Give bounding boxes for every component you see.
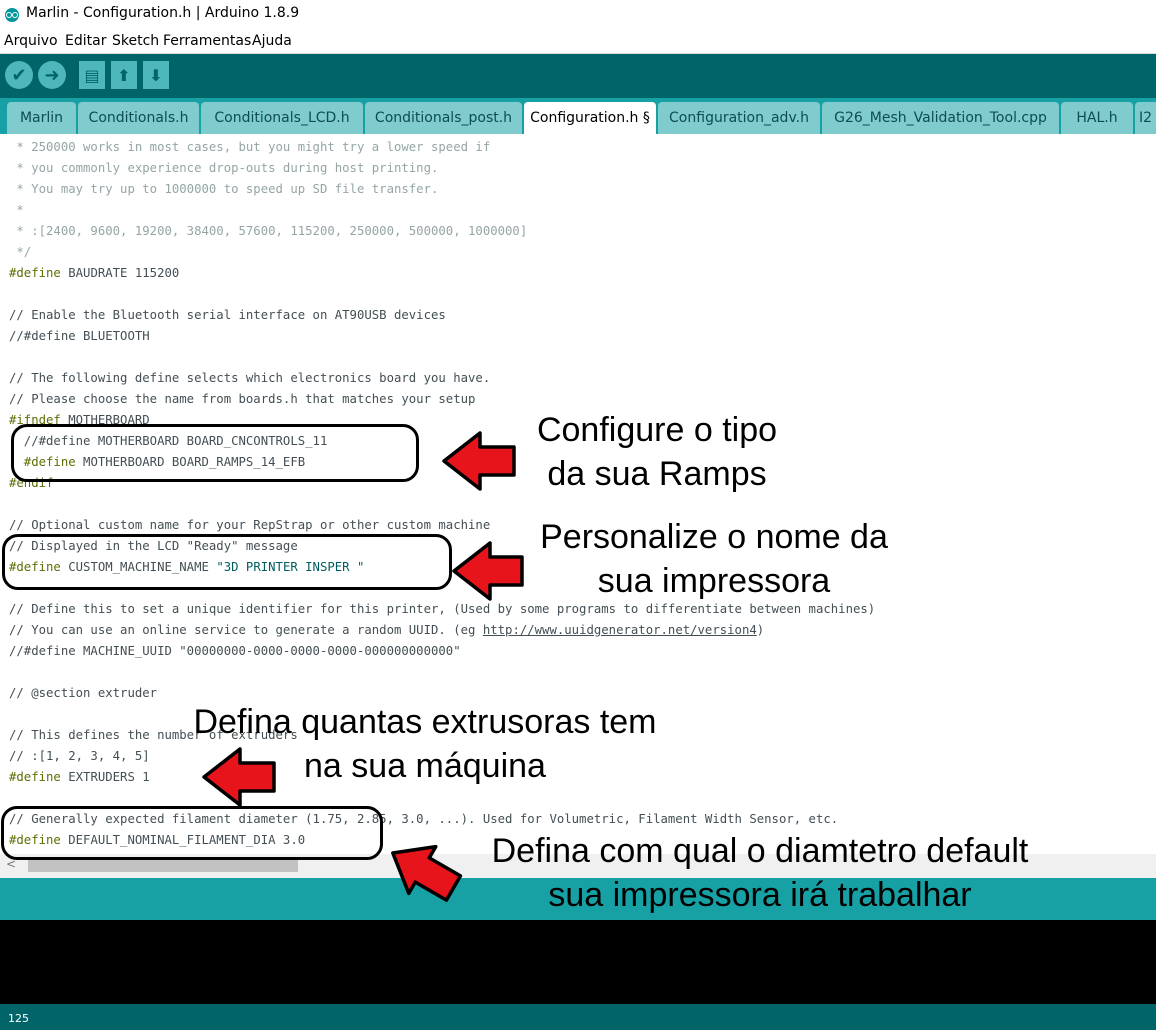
menu-editar[interactable]: Editar bbox=[65, 33, 106, 49]
toolbar bbox=[0, 54, 1156, 98]
menu-bar: Arquivo Editar Sketch Ferramentas Ajuda bbox=[0, 31, 1156, 54]
menu-ferramentas[interactable]: Ferramentas bbox=[163, 33, 251, 49]
code-text: BAUDRATE 115200 bbox=[60, 266, 180, 280]
tab-configuration[interactable]: Configuration.h § bbox=[524, 102, 656, 134]
arrow-right-icon: ➜ bbox=[44, 64, 60, 86]
annotation-printer-name: Personalize o nome da sua impressora bbox=[526, 515, 902, 603]
annotation-line: Personalize o nome da bbox=[540, 518, 888, 556]
title-bar: Marlin - Configuration.h | Arduino 1.8.9 bbox=[0, 0, 1156, 30]
highlight-box-motherboard bbox=[11, 424, 419, 482]
red-arrow-icon bbox=[452, 541, 524, 601]
red-arrow-icon bbox=[391, 844, 463, 902]
code-line: // Optional custom name for your RepStra… bbox=[9, 518, 491, 532]
code-line: * You may try up to 1000000 to speed up … bbox=[9, 182, 439, 196]
tab-conditionals-lcd[interactable]: Conditionals_LCD.h bbox=[201, 102, 363, 134]
window-title: Marlin - Configuration.h | Arduino 1.8.9 bbox=[26, 5, 300, 21]
keyword: #define bbox=[9, 266, 61, 280]
open-button[interactable]: ⬆ bbox=[111, 61, 137, 89]
new-file-icon: ▤ bbox=[84, 65, 100, 85]
code-line: //#define BLUETOOTH bbox=[9, 329, 150, 343]
code-line: * 250000 works in most cases, but you mi… bbox=[9, 140, 491, 154]
code-line: // :[1, 2, 3, 4, 5] bbox=[9, 749, 150, 763]
tab-configuration-adv[interactable]: Configuration_adv.h bbox=[658, 102, 820, 134]
code-line: // The following define selects which el… bbox=[9, 371, 491, 385]
code-line: #define EXTRUDERS 1 bbox=[9, 767, 150, 788]
annotation-line: sua impressora bbox=[597, 562, 831, 600]
annotation-ramps: Configure o tipo da sua Ramps bbox=[527, 408, 787, 496]
annotation-line: Configure o tipo bbox=[536, 411, 778, 449]
status-bar: 125 bbox=[0, 1004, 1156, 1030]
code-line: * :[2400, 9600, 19200, 38400, 57600, 115… bbox=[9, 224, 528, 238]
red-arrow-icon bbox=[442, 431, 516, 491]
code-line: //#define MACHINE_UUID "00000000-0000-00… bbox=[9, 644, 461, 658]
scrollbar-thumb[interactable] bbox=[28, 860, 298, 872]
annotation-line: na sua máquina bbox=[304, 747, 546, 785]
menu-arquivo[interactable]: Arquivo bbox=[4, 33, 58, 49]
tab-hal[interactable]: HAL.h bbox=[1061, 102, 1133, 134]
tab-g26-mesh[interactable]: G26_Mesh_Validation_Tool.cpp bbox=[822, 102, 1059, 134]
uuid-link[interactable]: http://www.uuidgenerator.net/version4 bbox=[483, 623, 757, 637]
new-button[interactable]: ▤ bbox=[79, 61, 105, 89]
highlight-box-machine-name bbox=[2, 534, 452, 590]
annotation-filament: Defina com qual o diamtetro default sua … bbox=[466, 829, 1054, 917]
tab-conditionals[interactable]: Conditionals.h bbox=[78, 102, 199, 134]
annotation-extruders: Defina quantas extrusoras tem na sua máq… bbox=[175, 700, 675, 788]
annotation-line: Defina com qual o diamtetro default bbox=[491, 832, 1029, 870]
code-line: * bbox=[9, 203, 24, 217]
code-line: * you commonly experience drop-outs duri… bbox=[9, 161, 439, 175]
console-output bbox=[0, 920, 1156, 1004]
save-button[interactable]: ⬇ bbox=[143, 61, 169, 89]
arduino-logo-icon bbox=[5, 8, 19, 22]
arrow-up-icon: ⬆ bbox=[117, 65, 131, 85]
code-text: // You can use an online service to gene… bbox=[9, 623, 483, 637]
code-line: // Enable the Bluetooth serial interface… bbox=[9, 308, 446, 322]
tab-i2[interactable]: I2 bbox=[1135, 102, 1156, 134]
arrow-down-icon: ⬇ bbox=[149, 65, 163, 85]
tab-marlin[interactable]: Marlin bbox=[7, 102, 76, 134]
code-line: // @section extruder bbox=[9, 686, 158, 700]
code-text: EXTRUDERS 1 bbox=[60, 770, 150, 784]
check-icon: ✔ bbox=[11, 64, 27, 86]
tab-conditionals-post[interactable]: Conditionals_post.h bbox=[365, 102, 522, 134]
code-line: // Please choose the name from boards.h … bbox=[9, 392, 476, 406]
upload-button[interactable]: ➜ bbox=[38, 61, 66, 89]
code-text: ) bbox=[756, 623, 765, 637]
line-number: 125 bbox=[8, 1012, 29, 1025]
verify-button[interactable]: ✔ bbox=[5, 61, 33, 89]
keyword: #define bbox=[9, 770, 61, 784]
code-line: // You can use an online service to gene… bbox=[9, 620, 764, 641]
annotation-line: Defina quantas extrusoras tem bbox=[193, 703, 657, 741]
annotation-line: da sua Ramps bbox=[547, 455, 767, 493]
annotation-line: sua impressora irá trabalhar bbox=[548, 876, 972, 914]
code-line: #define BAUDRATE 115200 bbox=[9, 263, 179, 284]
menu-ajuda[interactable]: Ajuda bbox=[252, 33, 292, 49]
highlight-box-filament bbox=[1, 806, 383, 860]
menu-sketch[interactable]: Sketch bbox=[112, 33, 159, 49]
code-line: */ bbox=[9, 245, 32, 259]
